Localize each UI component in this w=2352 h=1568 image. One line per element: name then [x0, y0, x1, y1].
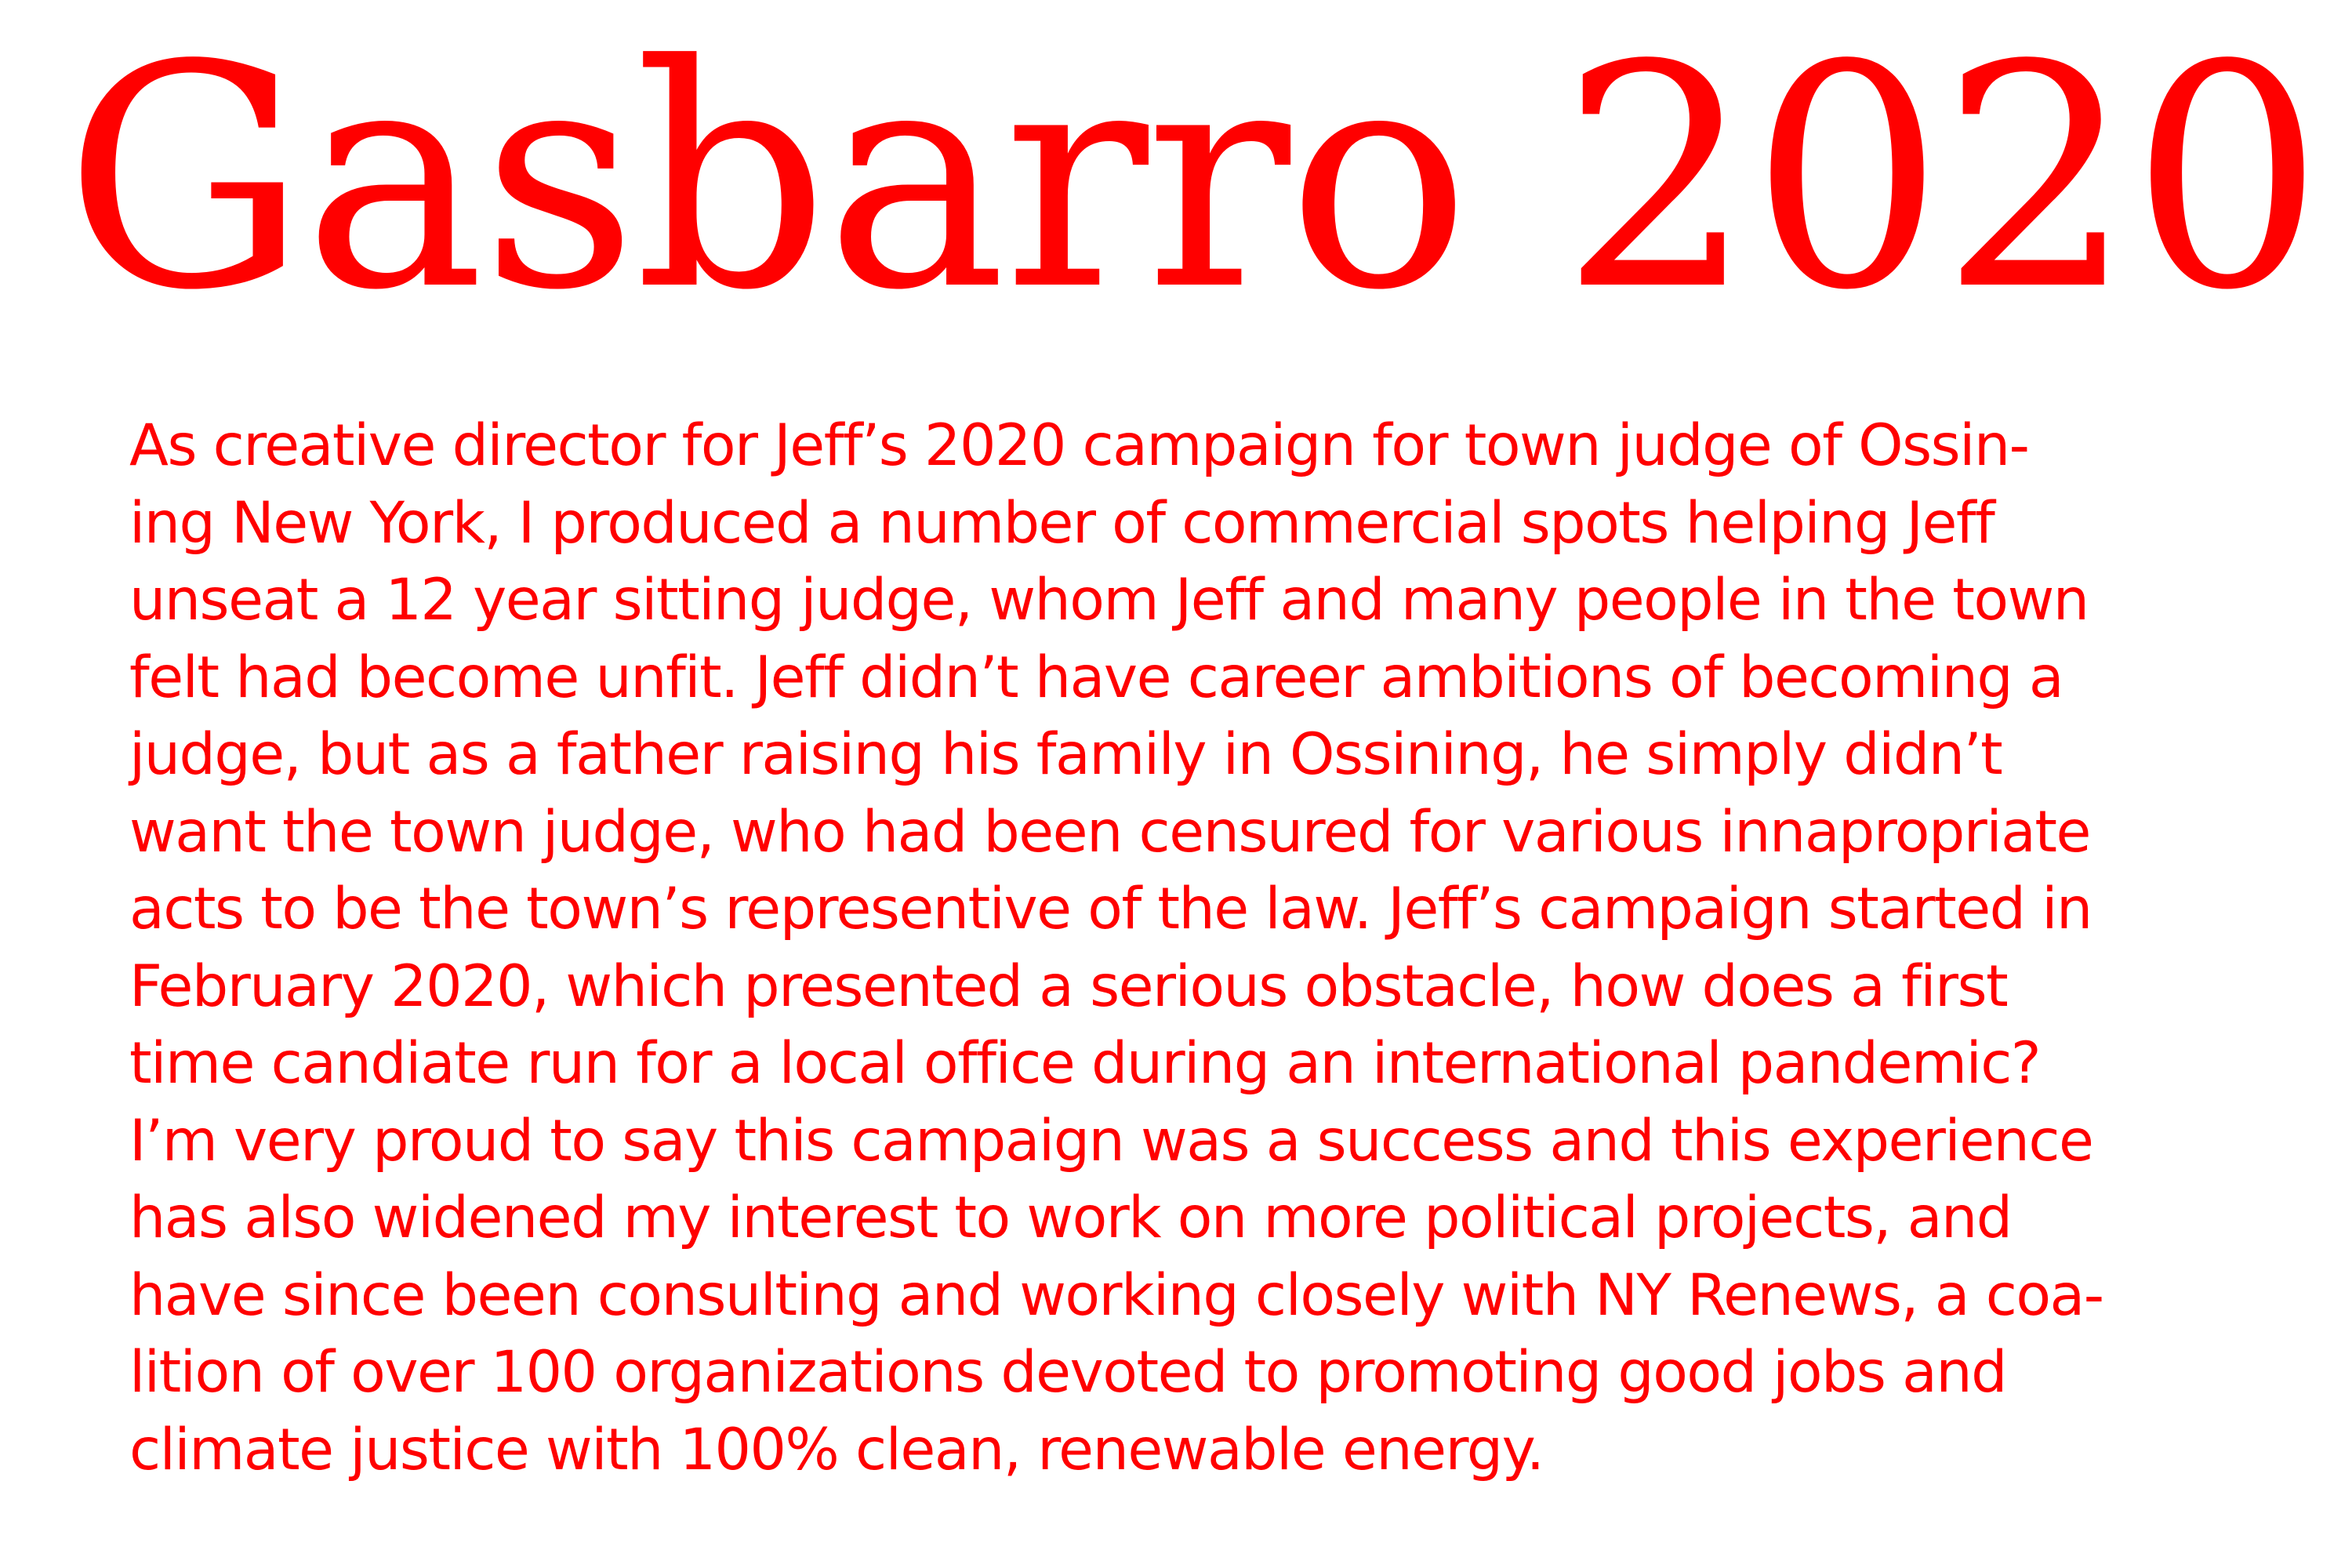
body-paragraph: As creative director for Jeff’s 2020 cam…	[129, 408, 2104, 1489]
page-title: Gasbarro 2020	[64, 0, 2324, 358]
paragraph-line: As creative director for Jeff’s 2020 cam…	[129, 412, 2030, 479]
paragraph-line: unseat a 12 year sitting judge, whom Jef…	[129, 567, 2089, 633]
paragraph-line: want the town judge, who had been censur…	[129, 798, 2091, 866]
paragraph-line: lition of over 100 organizations devoted…	[129, 1339, 2007, 1406]
paragraph-line: acts to be the town’s representive of th…	[129, 876, 2092, 942]
paragraph-line: ing New York, I produced a number of com…	[129, 489, 1995, 557]
paragraph-line: climate justice with 100% clean, renewab…	[129, 1416, 1544, 1483]
paragraph-line: time candiate run for a local office dur…	[129, 1030, 2042, 1097]
paragraph-line: I’m very proud to say this campaign was …	[129, 1107, 2094, 1174]
document-page: Gasbarro 2020 As creative director for J…	[0, 0, 2352, 1568]
paragraph-line: judge, but as a father raising his famil…	[129, 721, 2003, 788]
paragraph-line: have since been consulting and working c…	[129, 1261, 2104, 1329]
paragraph-line: has also widened my interest to work on …	[129, 1185, 2013, 1251]
paragraph-line: felt had become unfit. Jeff didn’t have …	[129, 644, 2064, 711]
paragraph-line: February 2020, which presented a serious…	[129, 953, 2009, 1020]
